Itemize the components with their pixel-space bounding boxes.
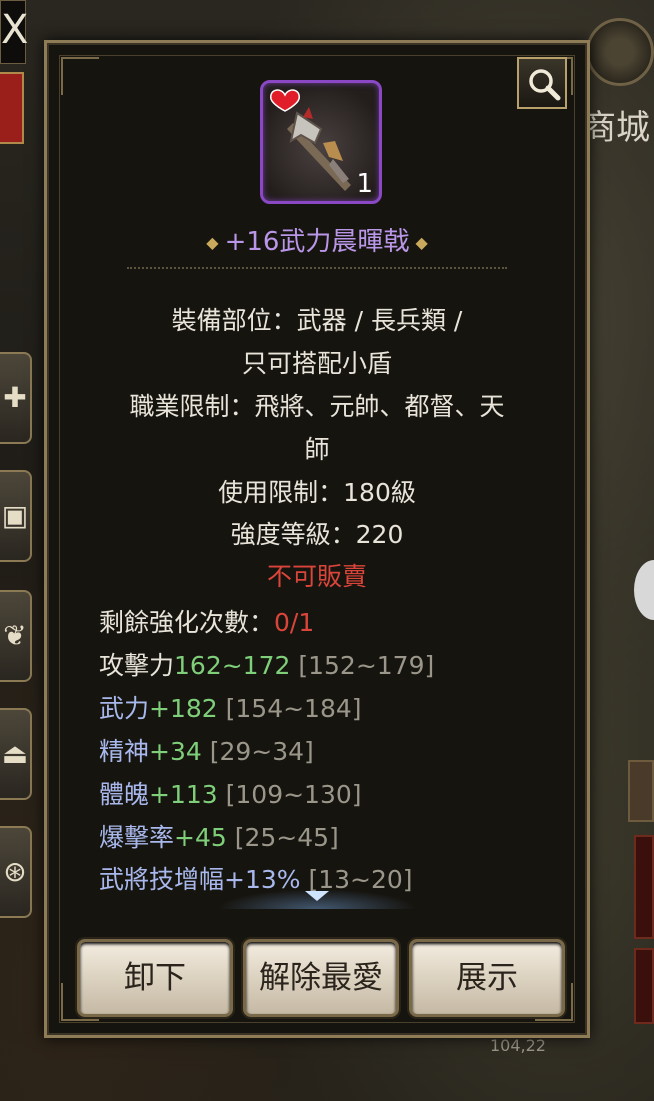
show-button[interactable]: 展示 — [409, 939, 565, 1017]
enhance-count-row: 剩餘強化次數：0/1 — [99, 608, 315, 637]
strength-level-text: 強度等級：220 — [230, 520, 404, 549]
diamond-icon: ◆ — [415, 233, 428, 252]
close-button[interactable]: X — [0, 0, 28, 64]
divider — [127, 267, 507, 269]
equip-slot-text: 裝備部位：武器 / 長兵類 / — [171, 306, 463, 335]
heart-icon — [270, 89, 300, 112]
magnifier-icon — [529, 69, 561, 101]
scroll-down-icon[interactable] — [305, 891, 329, 901]
side-card[interactable] — [628, 760, 654, 822]
eject-icon[interactable]: ⏏ — [0, 708, 32, 800]
laurel-icon[interactable]: ❦ — [0, 590, 32, 682]
halberd-icon — [287, 107, 351, 191]
plus-icon[interactable]: ✚ — [0, 352, 32, 444]
item-slot[interactable]: 1 — [260, 80, 382, 204]
bag-icon[interactable]: ▣ — [0, 470, 32, 562]
not-sellable-text: 不可販賣 — [266, 562, 367, 591]
red-side-tab[interactable] — [0, 72, 24, 144]
side-card[interactable] — [634, 948, 654, 1024]
zoom-button[interactable] — [517, 57, 567, 109]
might-stat-row: 武力+182 [154~184] — [99, 694, 362, 723]
bottom-number: 104,22 — [490, 1036, 546, 1055]
item-name-row: ◆ +16武力晨暉戟 ◆ — [47, 221, 587, 258]
equip-slot-text-2: 只可搭配小盾 — [241, 349, 392, 378]
unfavorite-button[interactable]: 解除最愛 — [243, 939, 399, 1017]
unequip-button[interactable]: 卸下 — [77, 939, 233, 1017]
diamond-icon: ◆ — [206, 233, 219, 252]
corner-ornament — [61, 57, 99, 95]
item-detail-panel: 1 ◆ +16武力晨暉戟 ◆ 裝備部位：武器 / 長兵類 / 只可搭配小盾 職業限制… — [44, 40, 590, 1038]
attack-stat-row: 攻擊力162~172 [152~179] — [99, 651, 435, 680]
coin-icon[interactable] — [586, 18, 654, 86]
wheel-icon[interactable]: ⊛ — [0, 826, 32, 918]
side-card[interactable] — [634, 835, 654, 939]
class-limit-text: 職業限制：飛將、元帥、都督、天 — [129, 392, 505, 421]
item-name: +16武力晨暉戟 — [224, 227, 410, 257]
class-limit-text-2: 師 — [304, 435, 330, 464]
spirit-stat-row: 精神+34 [29~34] — [99, 737, 314, 766]
level-limit-text: 使用限制：180級 — [218, 478, 416, 507]
crit-stat-row: 爆擊率+45 [25~45] — [99, 823, 339, 852]
item-quantity: 1 — [356, 169, 373, 199]
body-stat-row: 體魄+113 [109~130] — [99, 780, 362, 809]
shop-label[interactable]: 商城 — [582, 100, 650, 149]
